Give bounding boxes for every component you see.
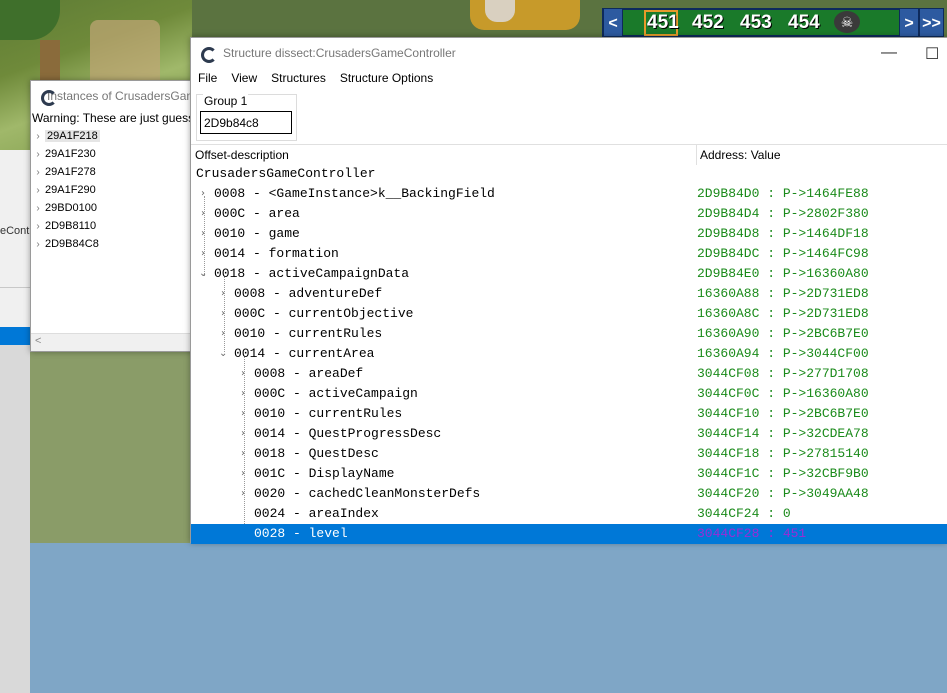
chevron-right-icon[interactable]: › <box>221 284 225 304</box>
cheat-engine-logo-icon <box>199 45 217 63</box>
chevron-right-icon[interactable]: › <box>201 224 205 244</box>
chevron-right-icon[interactable]: › <box>241 464 245 484</box>
chevron-right-icon[interactable]: › <box>241 364 245 384</box>
menu-view[interactable]: View <box>231 71 257 85</box>
tree-row[interactable]: ⌄ 0018 - activeCampaignData 2D9B84E0 : P->… <box>191 264 947 284</box>
structure-title-bar[interactable]: Structure dissect:CrusadersGameControlle… <box>191 38 947 68</box>
tree-root-row[interactable]: CrusadersGameController <box>191 164 947 184</box>
menu-structures[interactable]: Structures <box>271 71 326 85</box>
structure-tree: CrusadersGameController › 0008 - <GameIns… <box>191 164 947 544</box>
tree-row[interactable]: › 000C - area 2D9B84D4 : P->2802F380 <box>191 204 947 224</box>
tree-row[interactable]: › 0008 - areaDef 3044CF08 : P->277D1708 <box>191 364 947 384</box>
list-item[interactable]: › 2D9B8110 <box>31 217 194 235</box>
background-panel <box>0 345 30 693</box>
chevron-right-icon[interactable]: › <box>241 404 245 424</box>
horizontal-scrollbar[interactable]: < <box>31 333 194 351</box>
tree-row[interactable]: › 0014 - QuestProgressDesc 3044CF14 : P->3… <box>191 424 947 444</box>
list-item[interactable]: › 29A1F290 <box>31 181 194 199</box>
chevron-right-icon[interactable]: › <box>241 384 245 404</box>
chevron-down-icon[interactable]: ⌄ <box>219 344 227 364</box>
chevron-right-icon[interactable]: › <box>31 203 45 214</box>
tree-row[interactable]: › 0020 - cachedCleanMonsterDefs 3044CF20 :… <box>191 484 947 504</box>
list-item[interactable]: › 29A1F218 <box>31 127 194 145</box>
area-number[interactable]: 451 <box>647 10 679 35</box>
divider <box>0 287 30 288</box>
list-item[interactable]: › 2D9B84C8 <box>31 235 194 253</box>
instances-window[interactable]: Instances of CrusadersGameController War… <box>30 80 195 352</box>
group-box: Group 1 <box>196 94 297 141</box>
tree-row[interactable]: › 0010 - currentRules 3044CF10 : P->2BC6B7… <box>191 404 947 424</box>
chevron-right-icon[interactable]: › <box>201 204 205 224</box>
list-item[interactable]: › 29A1F230 <box>31 145 194 163</box>
menu-structure-options[interactable]: Structure Options <box>340 71 433 85</box>
menu-file[interactable]: File <box>198 71 217 85</box>
chevron-down-icon[interactable]: ⌄ <box>199 264 207 284</box>
address-input[interactable] <box>200 111 292 134</box>
area-next-button[interactable]: > <box>899 8 919 37</box>
column-address-value[interactable]: Address: Value <box>700 148 781 162</box>
chevron-right-icon[interactable]: › <box>31 131 45 142</box>
chevron-right-icon[interactable]: › <box>31 167 45 178</box>
chest-face <box>485 0 515 22</box>
menu-bar: File View Structures Structure Options <box>191 68 947 88</box>
area-number[interactable]: 454 <box>788 10 820 35</box>
tree-row[interactable]: › 000C - activeCampaign 3044CF0C : P->1636… <box>191 384 947 404</box>
tree-row[interactable]: ⌄ 0014 - currentArea 16360A94 : P->3044CF0… <box>191 344 947 364</box>
chevron-right-icon[interactable]: › <box>31 185 45 196</box>
scroll-left-icon[interactable]: < <box>35 335 41 347</box>
area-number[interactable]: 453 <box>740 10 772 35</box>
tree-row[interactable]: › 0014 - formation 2D9B84DC : P->1464FC98 <box>191 244 947 264</box>
chevron-right-icon[interactable]: › <box>31 239 45 250</box>
tree-root-label: CrusadersGameController <box>196 166 376 181</box>
chevron-right-icon[interactable]: › <box>221 304 225 324</box>
maximize-button[interactable]: ☐ <box>925 44 939 64</box>
tree-row[interactable]: › 000C - currentObjective 16360A8C : P->2D… <box>191 304 947 324</box>
column-offset-description[interactable]: Offset-description <box>195 148 289 162</box>
boss-skull-icon: ☠ <box>834 11 860 33</box>
chevron-right-icon[interactable]: › <box>241 484 245 504</box>
structure-dissect-window[interactable]: Structure dissect:CrusadersGameControlle… <box>190 37 947 544</box>
list-item[interactable]: › 29BD0100 <box>31 199 194 217</box>
selected-row-highlight <box>0 327 30 345</box>
chevron-right-icon[interactable]: › <box>221 324 225 344</box>
area-number[interactable]: 452 <box>692 10 724 35</box>
tree-row[interactable]: › 0010 - currentRules 16360A90 : P->2BC6B7… <box>191 324 947 344</box>
area-prev-button[interactable]: < <box>603 8 623 37</box>
tree-row[interactable]: › 0008 - adventureDef 16360A88 : P->2D731E… <box>191 284 947 304</box>
chevron-right-icon[interactable]: › <box>241 444 245 464</box>
column-header: Offset-description Address: Value <box>191 144 947 165</box>
tree-row[interactable]: › 0018 - QuestDesc 3044CF18 : P->27815140 <box>191 444 947 464</box>
background-window-text: eCont <box>0 225 30 237</box>
chevron-right-icon[interactable]: › <box>31 221 45 232</box>
instances-title-bar[interactable]: Instances of CrusadersGameController <box>31 81 194 111</box>
tree-row-selected[interactable]: 0028 - level 3044CF28 : 451 <box>191 524 947 544</box>
chevron-right-icon[interactable]: › <box>201 244 205 264</box>
chevron-right-icon[interactable]: › <box>241 424 245 444</box>
chevron-right-icon[interactable]: › <box>31 149 45 160</box>
instances-list: › 29A1F218 › 29A1F230 › 29A1F278 › 29A1F290 … <box>31 127 194 253</box>
column-separator[interactable] <box>696 145 697 165</box>
tree-row[interactable]: › 001C - DisplayName 3044CF1C : P->32CBF9B… <box>191 464 947 484</box>
instances-title: Instances of CrusadersGameController <box>47 89 194 103</box>
list-item[interactable]: › 29A1F278 <box>31 163 194 181</box>
tree-row[interactable]: 0024 - areaIndex 3044CF24 : 0 <box>191 504 947 524</box>
background-window: eCont <box>0 150 30 693</box>
structure-title: Structure dissect:CrusadersGameControlle… <box>223 46 456 60</box>
foliage <box>0 0 60 40</box>
group-label: Group 1 <box>203 94 249 108</box>
instances-warning: Warning: These are just guesses <box>32 111 194 125</box>
tree-row[interactable]: › 0010 - game 2D9B84D8 : P->1464DF18 <box>191 224 947 244</box>
tree-row[interactable]: › 0008 - <GameInstance>k__BackingField 2D9… <box>191 184 947 204</box>
area-fast-forward-button[interactable]: >> <box>919 8 944 37</box>
minimize-button[interactable]: — <box>881 44 897 62</box>
chevron-right-icon[interactable]: › <box>201 184 205 204</box>
